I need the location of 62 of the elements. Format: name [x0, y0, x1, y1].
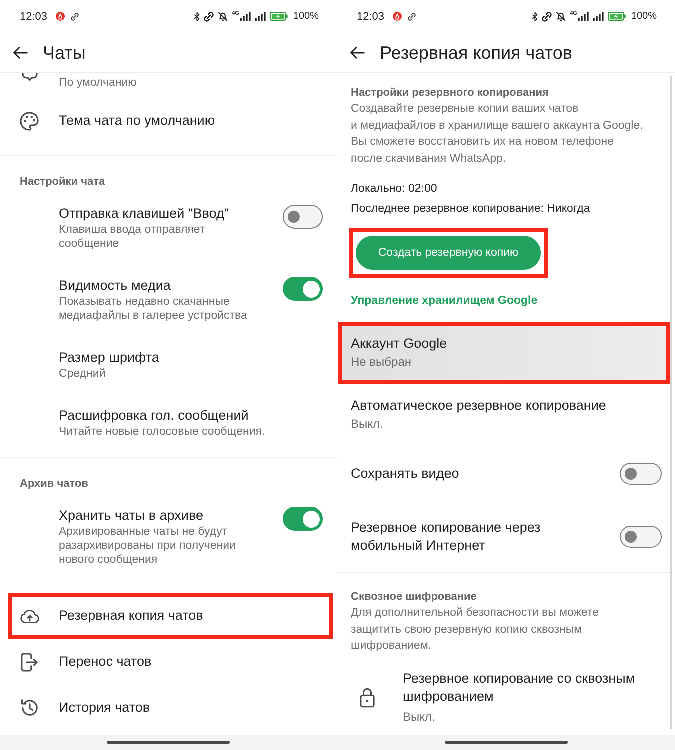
item-subtitle: Средний [59, 367, 107, 381]
link-icon [408, 12, 416, 20]
item-subtitle: Выкл. [403, 708, 436, 726]
back-arrow-icon[interactable] [350, 46, 365, 58]
toggle-switch[interactable] [620, 526, 662, 548]
item-title[interactable]: Аккаунт Google [351, 335, 657, 353]
item-title[interactable]: Автоматическое резервное копирование [351, 397, 662, 415]
item-title[interactable]: История чатов [59, 699, 323, 717]
info-text: Последнее резервное копирование: Никогда [350, 202, 592, 217]
toggle-switch[interactable] [283, 277, 323, 301]
category-title: Управление хранилищем Google [350, 294, 539, 309]
bell-off-icon [218, 12, 228, 22]
description-text: Для дополнительной безопасности вы можете защитить свою резервную копию сквозным шифрованием. [350, 606, 600, 654]
item-subtitle: Не выбран [351, 354, 413, 371]
signal-icon [255, 12, 266, 21]
item-subtitle: Читайте новые голосовые сообщения. [59, 425, 266, 439]
battery-level: 100% [293, 10, 319, 22]
item-title[interactable]: Перенос чатов [59, 653, 323, 671]
link-icon [70, 12, 79, 20]
bluetooth-icon [194, 12, 200, 22]
item-title[interactable]: Резервная копия чатов [59, 607, 315, 625]
item-title[interactable]: Размер шрифта [59, 349, 323, 367]
bluetooth-icon [532, 12, 538, 22]
battery-level: 100% [631, 10, 657, 22]
battery-charging-icon [270, 12, 288, 21]
item-title[interactable]: Расшифровка гол. сообщений [59, 407, 323, 425]
item-subtitle: По умолчанию [59, 76, 138, 90]
signal-icon [240, 12, 252, 21]
item-subtitle: Архивированные чаты не будут разархивированы при получении нового сообщения [59, 525, 237, 567]
item-title[interactable]: Резервное копирование со сквозным шифрованием [403, 670, 662, 706]
pressed-list-item[interactable]: Аккаунт Google Не выбран [342, 326, 666, 380]
section-header: Настройки чата [19, 175, 106, 190]
toggle-switch[interactable] [283, 205, 323, 229]
screen-title: Чаты [43, 42, 86, 64]
screen-title: Резервная копия чатов [380, 42, 572, 64]
item-subtitle: Клавиша ввода отправляет сообщение [59, 223, 206, 251]
item-subtitle: Показывать недавно скачанные медиафайлы в галерее устройства [59, 295, 248, 323]
signal-icon [593, 12, 604, 21]
item-title: Хранить чаты в архиве [59, 507, 204, 525]
item-title: Видимость медиа [59, 277, 172, 295]
section-header: Архив чатов [19, 477, 90, 492]
bell-off-icon [556, 12, 566, 22]
description-text: Создавайте резервные копии ваших чатов и медиафайлов в хранилище вашего аккаунта Google. Вы сможете восстановить их на новом телефоне после скачивания WhatsApp. [350, 102, 644, 166]
link-icon [542, 12, 552, 22]
status-time: 12:03 [20, 10, 48, 24]
section-header: Сквозное шифрование [350, 590, 478, 605]
link-icon [204, 12, 214, 22]
toggle-switch[interactable] [620, 463, 662, 485]
item-title[interactable]: Тема чата по умолчанию [59, 112, 323, 130]
back-arrow-icon[interactable] [13, 46, 28, 58]
status-time: 12:03 [357, 10, 385, 24]
info-text: Локально: 02:00 [350, 182, 438, 197]
section-header: Настройки резервного копирования [350, 86, 550, 101]
toggle-switch[interactable] [283, 507, 323, 531]
item-title: Отправка клавишей "Ввод" [59, 205, 230, 223]
notification-icon [392, 12, 402, 21]
notification-icon [56, 12, 65, 21]
item-title: Сохранять видео [351, 465, 460, 483]
item-subtitle: Выкл. [351, 416, 384, 433]
signal-icon [578, 12, 590, 21]
item-title: Резервное копирование через мобильный Интернет [351, 519, 542, 555]
battery-charging-icon [608, 12, 626, 21]
